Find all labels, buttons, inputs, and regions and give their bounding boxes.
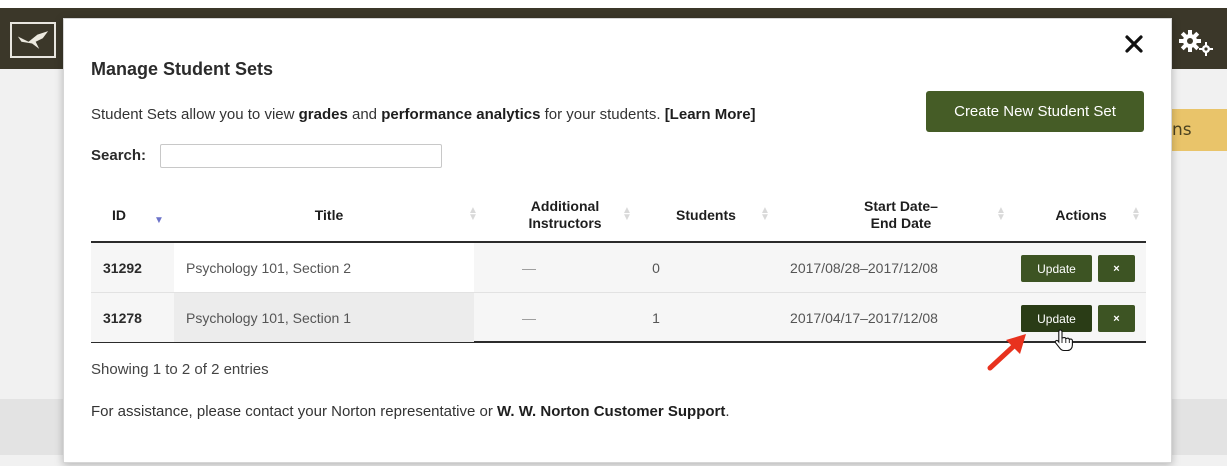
intro-analytics: performance analytics	[381, 106, 541, 123]
intro-part: for your students.	[540, 106, 665, 123]
background-action-button[interactable]: ns	[1166, 109, 1227, 151]
column-header-label: Students	[676, 206, 736, 223]
sort-icon[interactable]: ▲ ▼	[760, 206, 770, 223]
hand-cursor-icon	[1053, 328, 1075, 352]
column-header-label: ID	[112, 206, 126, 223]
delete-button[interactable]: ×	[1098, 255, 1135, 282]
cell-id: 31292	[91, 243, 174, 292]
table-info: Showing 1 to 2 of 2 entries	[91, 361, 269, 378]
cell-instructors: —	[522, 259, 536, 276]
cell-dates: 2017/04/17–2017/12/08	[790, 309, 938, 326]
search-input[interactable]	[160, 144, 442, 168]
student-sets-table: ID ▼ Title ▲ ▼ Additional Instructors ▲ ▼ S…	[91, 187, 1146, 343]
annotation-arrow-icon	[986, 328, 1034, 372]
sort-icon: ▲ ▼	[1131, 205, 1141, 223]
delete-button[interactable]: ×	[1098, 305, 1135, 332]
assistance-part: For assistance, please contact your Nort…	[91, 403, 498, 420]
cell-instructors: —	[522, 309, 536, 326]
column-header-dates[interactable]: Start Date– End Date	[826, 187, 976, 243]
manage-student-sets-modal: Manage Student Sets Student Sets allow y…	[63, 18, 1172, 463]
column-header-label: Additional Instructors	[528, 198, 602, 231]
intro-text: Student Sets allow you to view grades an…	[91, 106, 756, 123]
cell-id: 31278	[91, 293, 174, 342]
sort-icon[interactable]: ▲ ▼	[996, 206, 1006, 223]
assistance-text: For assistance, please contact your Nort…	[91, 403, 730, 420]
sort-descending-icon[interactable]: ▼	[154, 215, 164, 226]
sort-icon[interactable]: ▲ ▼	[468, 206, 478, 223]
cell-students: 0	[652, 259, 660, 276]
intro-part: Student Sets allow you to view	[91, 106, 299, 123]
create-new-student-set-button[interactable]: Create New Student Set	[926, 91, 1144, 132]
column-header-instructors[interactable]: Additional Instructors	[505, 187, 625, 243]
column-header-students[interactable]: Students	[651, 187, 761, 243]
column-header-id[interactable]: ID	[91, 187, 147, 243]
cell-dates: 2017/08/28–2017/12/08	[790, 259, 938, 276]
table-header: ID ▼ Title ▲ ▼ Additional Instructors ▲ ▼ S…	[91, 187, 1146, 243]
search-label: Search:	[91, 147, 147, 164]
close-icon[interactable]	[1122, 32, 1146, 56]
learn-more-link[interactable]: [Learn More]	[665, 106, 756, 123]
assistance-part: .	[725, 403, 730, 420]
cell-title: Psychology 101, Section 1	[174, 293, 474, 342]
cell-students: 1	[652, 309, 660, 326]
column-header-label: Actions	[1055, 206, 1107, 223]
table-row: 31292 Psychology 101, Section 2 — 0 2017…	[91, 243, 1146, 293]
column-header-actions: Actions	[1041, 187, 1121, 243]
bird-logo-icon[interactable]	[10, 22, 56, 58]
column-header-title[interactable]: Title	[174, 187, 484, 243]
cell-title: Psychology 101, Section 2	[174, 243, 474, 292]
update-button[interactable]: Update	[1021, 255, 1092, 282]
customer-support-link[interactable]: W. W. Norton Customer Support	[497, 403, 725, 420]
column-header-label: Title	[314, 206, 344, 223]
gears-icon[interactable]	[1176, 28, 1216, 58]
intro-part: and	[347, 106, 382, 123]
intro-grades: grades	[298, 106, 348, 123]
sort-icon[interactable]: ▲ ▼	[622, 206, 632, 223]
column-header-label: Start Date– End Date	[864, 198, 938, 231]
modal-title: Manage Student Sets	[91, 59, 274, 79]
